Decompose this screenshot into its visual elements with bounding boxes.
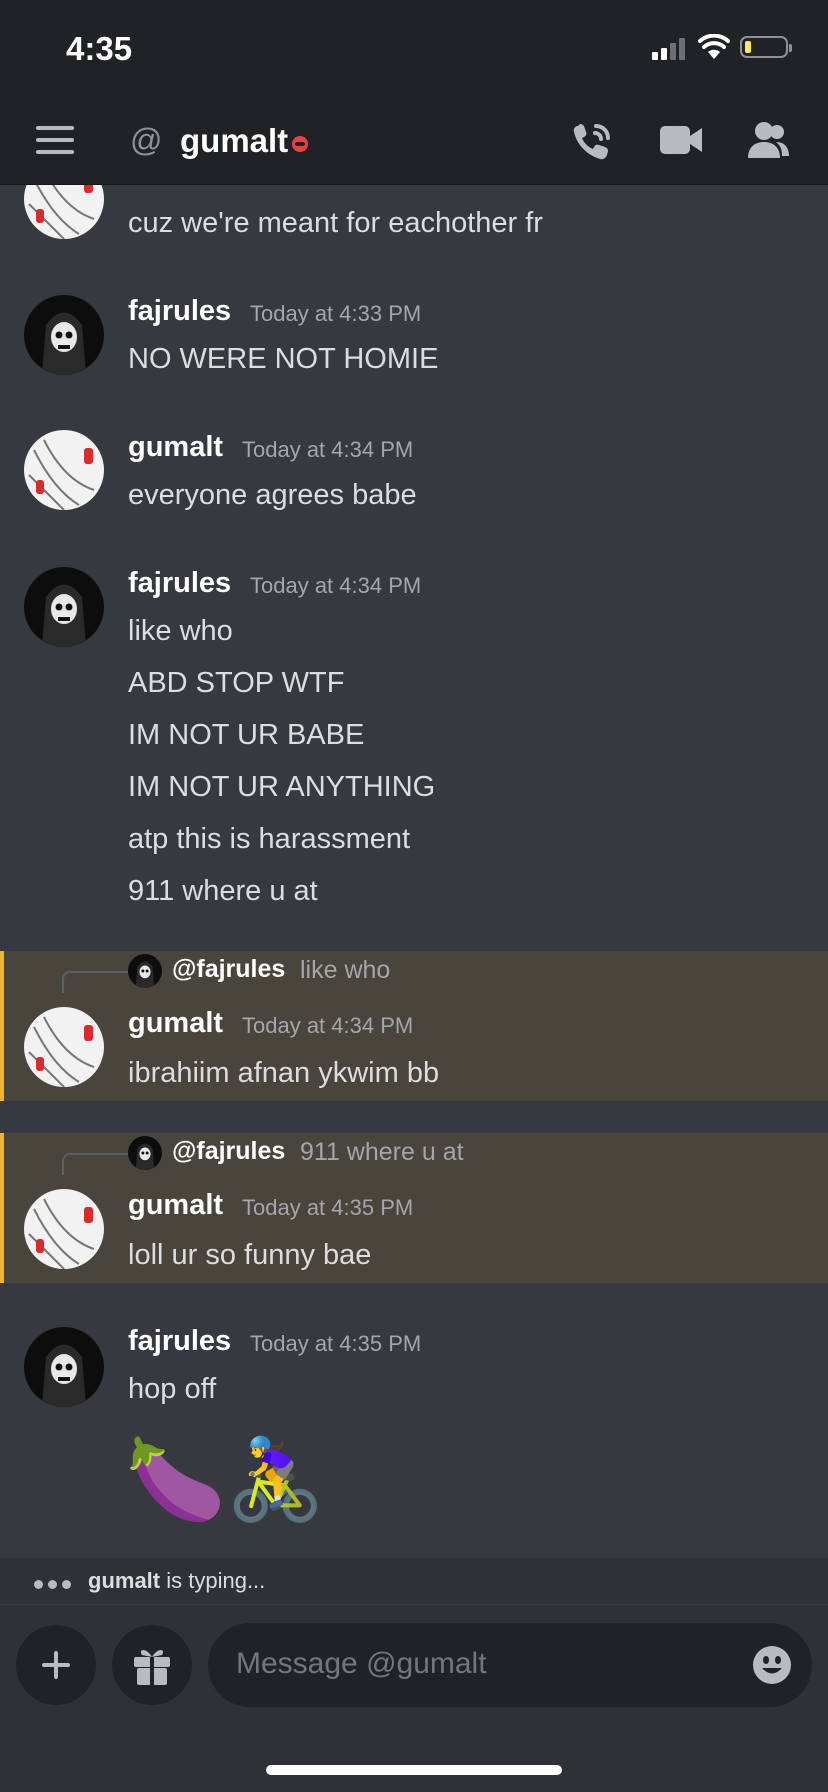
wifi-icon	[698, 34, 730, 59]
message-author[interactable]: gumalt	[128, 1189, 223, 1222]
message-input[interactable]: Message @gumalt	[208, 1623, 812, 1707]
message-timestamp: Today at 4:35 PM	[250, 1331, 422, 1356]
avatar[interactable]	[24, 1327, 104, 1407]
reply-connector	[62, 1153, 128, 1175]
at-icon: @	[130, 122, 163, 158]
message-composer: Message @gumalt	[0, 1605, 828, 1792]
message-timestamp: Today at 4:35 PM	[242, 1195, 414, 1220]
message-text: NO WERE NOT HOMIE	[128, 343, 439, 375]
typing-text: gumalt is typing...	[88, 1568, 265, 1594]
avatar[interactable]	[24, 185, 104, 239]
members-icon[interactable]	[746, 120, 790, 160]
avatar[interactable]	[24, 295, 104, 375]
reply-author[interactable]: @fajrules	[172, 1137, 285, 1166]
channel-header: @ gumalt	[0, 100, 828, 185]
home-indicator	[266, 1765, 562, 1775]
message-text: atp this is harassment	[128, 823, 411, 855]
plus-icon	[42, 1651, 70, 1679]
message-timestamp: Today at 4:33 PM	[250, 301, 422, 326]
typing-indicator: gumalt is typing...	[0, 1558, 828, 1604]
typing-suffix: is typing...	[160, 1568, 266, 1593]
emoji-picker-icon[interactable]	[752, 1645, 792, 1685]
message-text: like who	[128, 615, 233, 647]
message-text: loll ur so funny bae	[128, 1239, 372, 1271]
message-text: IM NOT UR BABE	[128, 719, 365, 751]
gift-button[interactable]	[112, 1625, 192, 1705]
message-text: cuz we're meant for eachother fr	[128, 207, 543, 239]
message-author[interactable]: gumalt	[128, 431, 223, 464]
battery-icon	[740, 36, 792, 58]
message-author[interactable]: fajrules	[128, 1325, 231, 1358]
message-text: ABD STOP WTF	[128, 667, 345, 699]
message-text: 911 where u at	[128, 875, 318, 907]
reply-author[interactable]: @fajrules	[172, 955, 285, 984]
status-bar: 4:35	[0, 0, 828, 100]
avatar[interactable]	[24, 1189, 104, 1269]
avatar[interactable]	[24, 567, 104, 647]
message-timestamp: Today at 4:34 PM	[242, 437, 414, 462]
video-call-icon[interactable]	[660, 122, 702, 158]
gift-icon	[134, 1650, 170, 1685]
message-timestamp: Today at 4:34 PM	[250, 573, 422, 598]
avatar[interactable]	[24, 1007, 104, 1087]
message-text: IM NOT UR ANYTHING	[128, 771, 436, 803]
message-text: everyone agrees babe	[128, 479, 417, 511]
reply-connector	[62, 971, 128, 993]
dnd-status-icon	[292, 136, 308, 152]
message-author[interactable]: fajrules	[128, 295, 231, 328]
message-list[interactable]: cuz we're meant for eachother fr fajrule…	[0, 185, 828, 1558]
message-timestamp: Today at 4:34 PM	[242, 1013, 414, 1038]
message-text: hop off	[128, 1373, 217, 1405]
voice-call-icon[interactable]	[570, 120, 614, 164]
status-time: 4:35	[66, 30, 133, 67]
add-attachment-button[interactable]	[16, 1625, 96, 1705]
emoji-message: 🍆🚴‍♀️	[126, 1435, 326, 1524]
typing-user: gumalt	[88, 1568, 161, 1593]
typing-dots-icon	[34, 1576, 76, 1594]
channel-name: gumalt	[180, 122, 289, 159]
menu-icon[interactable]	[36, 126, 74, 156]
avatar[interactable]	[24, 430, 104, 510]
message-author[interactable]: gumalt	[128, 1007, 223, 1040]
message-text: ibrahiim afnan ykwim bb	[128, 1057, 440, 1089]
reply-avatar	[128, 1136, 162, 1170]
message-input-placeholder: Message @gumalt	[236, 1647, 487, 1680]
reply-preview[interactable]: 911 where u at	[300, 1138, 464, 1167]
message-author[interactable]: fajrules	[128, 567, 231, 600]
cellular-signal-icon	[652, 38, 685, 60]
reply-avatar	[128, 954, 162, 988]
reply-preview[interactable]: like who	[300, 956, 390, 985]
